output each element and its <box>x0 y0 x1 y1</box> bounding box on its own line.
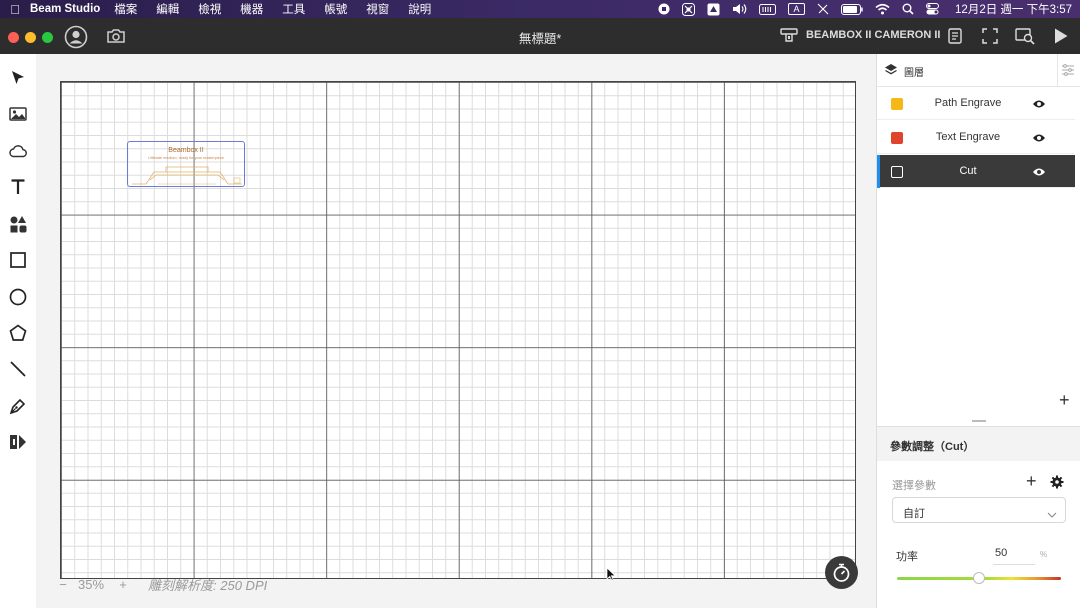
spotlight-search-icon[interactable] <box>902 0 914 18</box>
zoom-level[interactable]: 35% <box>78 577 104 592</box>
layer-panel-title: 圖層 <box>904 68 924 79</box>
polygon-icon[interactable] <box>8 323 28 343</box>
menu-view[interactable]: 檢視 <box>198 1 221 17</box>
preset-selected-value: 自訂 <box>903 508 925 520</box>
shapes-element-icon[interactable] <box>8 214 28 234</box>
volume-icon[interactable] <box>732 0 747 18</box>
menu-tools[interactable]: 工具 <box>282 1 305 17</box>
drive-icon[interactable] <box>707 0 720 18</box>
panel-divider <box>1057 54 1058 87</box>
right-panel: 圖層 Path Engrave Text Engrave Cut + 參數調整（… <box>876 54 1080 608</box>
text-tool-icon[interactable] <box>8 177 28 197</box>
dpmm-tool-icon[interactable] <box>8 432 28 452</box>
app-menu[interactable]: Beam Studio <box>30 3 100 15</box>
power-label: 功率 <box>896 551 918 563</box>
selected-indicator <box>877 155 880 188</box>
menu-edit[interactable]: 編輯 <box>156 1 179 17</box>
parameter-panel: 參數調整（Cut） 選擇參數 + 自訂 功率 50 % <box>877 426 1080 608</box>
left-toolbar <box>0 54 36 608</box>
record-icon[interactable] <box>658 0 670 18</box>
frame-icon[interactable] <box>981 27 999 45</box>
add-layer-button[interactable]: + <box>1059 391 1070 409</box>
document-settings-icon[interactable] <box>946 27 964 45</box>
pen-icon[interactable] <box>8 396 28 416</box>
layer-name: Text Engrave <box>935 131 1001 143</box>
layer-color-swatch[interactable] <box>891 98 903 110</box>
panel-resize-handle[interactable] <box>972 420 986 422</box>
menu-file[interactable]: 檔案 <box>114 1 137 17</box>
machine-selector[interactable]: BEAMBOX II CAMERON II <box>780 28 940 42</box>
layer-row-path-engrave[interactable]: Path Engrave <box>877 87 1075 120</box>
power-input[interactable]: 50 <box>993 547 1035 565</box>
preset-label: 選擇參數 <box>892 480 936 492</box>
layer-panel-header: 圖層 <box>877 54 1080 87</box>
ellipse-icon[interactable] <box>8 287 28 307</box>
eye-visibility-icon[interactable] <box>1032 97 1046 115</box>
rectangle-icon[interactable] <box>8 250 28 270</box>
menu-account[interactable]: 帳號 <box>324 1 347 17</box>
gear-icon[interactable] <box>1050 475 1064 494</box>
battery-icon[interactable] <box>841 0 863 18</box>
object-settings-icon[interactable] <box>1061 63 1075 82</box>
stopwatch-icon <box>833 563 850 582</box>
image-icon[interactable] <box>8 104 28 124</box>
layer-row-text-engrave[interactable]: Text Engrave <box>877 121 1075 154</box>
battery-status-icon[interactable] <box>759 0 777 18</box>
path-preview-icon[interactable] <box>1015 27 1035 45</box>
eye-visibility-icon[interactable] <box>1032 131 1046 149</box>
user-avatar-icon[interactable] <box>64 25 88 49</box>
canvas-workarea[interactable]: Beambox II Ultimate medium, ready for yo… <box>36 54 876 608</box>
input-method-icon[interactable]: A <box>788 0 806 18</box>
preset-dropdown[interactable]: 自訂 <box>892 497 1066 523</box>
mouse-pointer-icon <box>606 567 616 586</box>
menubar-status-area: A 12月2日 週一 下午3:57 <box>652 0 1080 18</box>
power-unit: % <box>1040 550 1048 559</box>
menu-window[interactable]: 視窗 <box>366 1 389 17</box>
layer-color-swatch[interactable] <box>891 132 903 144</box>
layers-icon <box>884 63 898 82</box>
time-estimation-button[interactable] <box>825 556 858 589</box>
menubar-clock[interactable]: 12月2日 週一 下午3:57 <box>955 1 1072 17</box>
layer-name: Path Engrave <box>934 97 1002 109</box>
power-slider-thumb[interactable] <box>973 572 985 584</box>
input-method-label: A <box>788 3 806 15</box>
engraving-resolution: 雕刻解析度: 250 DPI <box>148 577 268 593</box>
start-job-play-icon[interactable] <box>1053 27 1071 45</box>
design-object[interactable]: Beambox II Ultimate medium, ready for yo… <box>127 141 245 187</box>
control-center-icon[interactable] <box>926 0 940 18</box>
layer-name: Cut <box>959 165 977 177</box>
cloud-icon[interactable] <box>8 141 28 161</box>
add-preset-button[interactable]: + <box>1026 472 1037 490</box>
work-area-grid[interactable]: Beambox II Ultimate medium, ready for yo… <box>60 81 856 579</box>
machine-name: BEAMBOX II CAMERON II <box>806 29 941 41</box>
zoom-in-button[interactable]: + <box>116 577 130 592</box>
chevron-down-icon <box>1047 506 1057 524</box>
window-zoom-button[interactable] <box>42 32 53 43</box>
app-status-icon[interactable] <box>682 0 696 18</box>
macos-menubar:  Beam Studio 檔案 編輯 檢視 機器 工具 帳號 視窗 說明 A <box>0 0 1080 18</box>
zoom-out-button[interactable]: − <box>56 577 70 592</box>
window-close-button[interactable] <box>8 32 19 43</box>
wifi-icon[interactable] <box>875 0 890 18</box>
line-icon[interactable] <box>8 359 28 379</box>
eye-visibility-icon[interactable] <box>1032 165 1046 183</box>
parameter-panel-title: 參數調整（Cut） <box>890 441 975 453</box>
camera-icon[interactable] <box>106 28 126 44</box>
select-cursor-icon[interactable] <box>8 68 28 88</box>
layer-row-cut[interactable]: Cut <box>877 155 1075 188</box>
window-titlebar: 無標題* BEAMBOX II CAMERON II <box>0 18 1080 54</box>
machine-outline-graphic <box>132 166 242 185</box>
menu-help[interactable]: 說明 <box>408 1 431 17</box>
window-minimize-button[interactable] <box>25 32 36 43</box>
parameter-card: 選擇參數 + 自訂 功率 50 % <box>877 461 1080 608</box>
apple-menu-icon[interactable]:  <box>0 2 30 17</box>
layer-color-swatch[interactable] <box>891 166 903 178</box>
menu-machine[interactable]: 機器 <box>240 1 263 17</box>
zoom-controls: − 35% + 雕刻解析度: 250 DPI <box>56 574 267 594</box>
pen-off-icon[interactable] <box>817 0 829 18</box>
laser-machine-icon <box>780 28 798 42</box>
